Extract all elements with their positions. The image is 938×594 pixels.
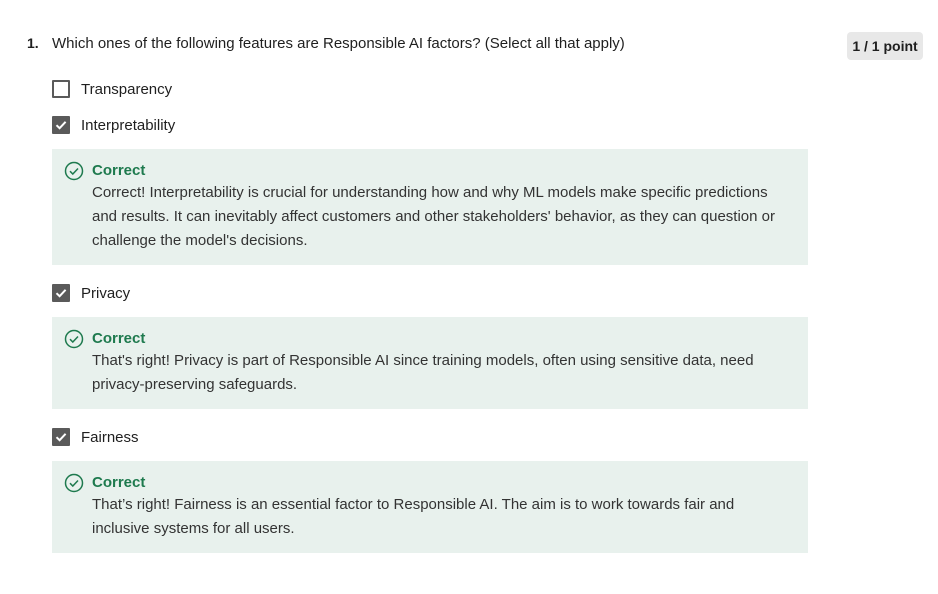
checkmark-icon [55, 289, 67, 298]
checkbox-transparency[interactable] [52, 80, 70, 98]
points-badge: 1 / 1 point [847, 32, 923, 60]
check-circle-icon [64, 161, 84, 181]
feedback-title: Correct [92, 474, 146, 491]
checkbox-privacy[interactable] [52, 284, 70, 302]
check-circle-icon [64, 329, 84, 349]
feedback-title: Correct [92, 330, 146, 347]
check-circle-icon [64, 473, 84, 493]
checkmark-icon [55, 433, 67, 442]
option-fairness[interactable]: Fairness [52, 427, 139, 447]
option-label: Transparency [81, 80, 173, 98]
option-transparency[interactable]: Transparency [52, 79, 172, 99]
option-privacy[interactable]: Privacy [52, 283, 130, 303]
option-label: Fairness [81, 428, 139, 446]
feedback-privacy: Correct That's right! Privacy is part of… [52, 317, 808, 409]
feedback-text: That’s right! Fairness is an essential f… [92, 496, 735, 537]
question-number: 1. [27, 35, 39, 51]
feedback-text: That's right! Privacy is part of Respons… [92, 352, 754, 393]
checkbox-fairness[interactable] [52, 428, 70, 446]
option-interpretability[interactable]: Interpretability [52, 115, 175, 135]
feedback-title: Correct [92, 162, 146, 179]
checkbox-interpretability[interactable] [52, 116, 70, 134]
feedback-fairness: Correct That’s right! Fairness is an ess… [52, 461, 808, 553]
feedback-text: Correct! Interpretability is crucial for… [92, 184, 775, 249]
checkmark-icon [55, 121, 67, 130]
feedback-interpretability: Correct Correct! Interpretability is cru… [52, 149, 808, 265]
option-label: Privacy [81, 284, 131, 302]
question-text: Which ones of the following features are… [52, 35, 625, 52]
option-label: Interpretability [81, 116, 176, 134]
